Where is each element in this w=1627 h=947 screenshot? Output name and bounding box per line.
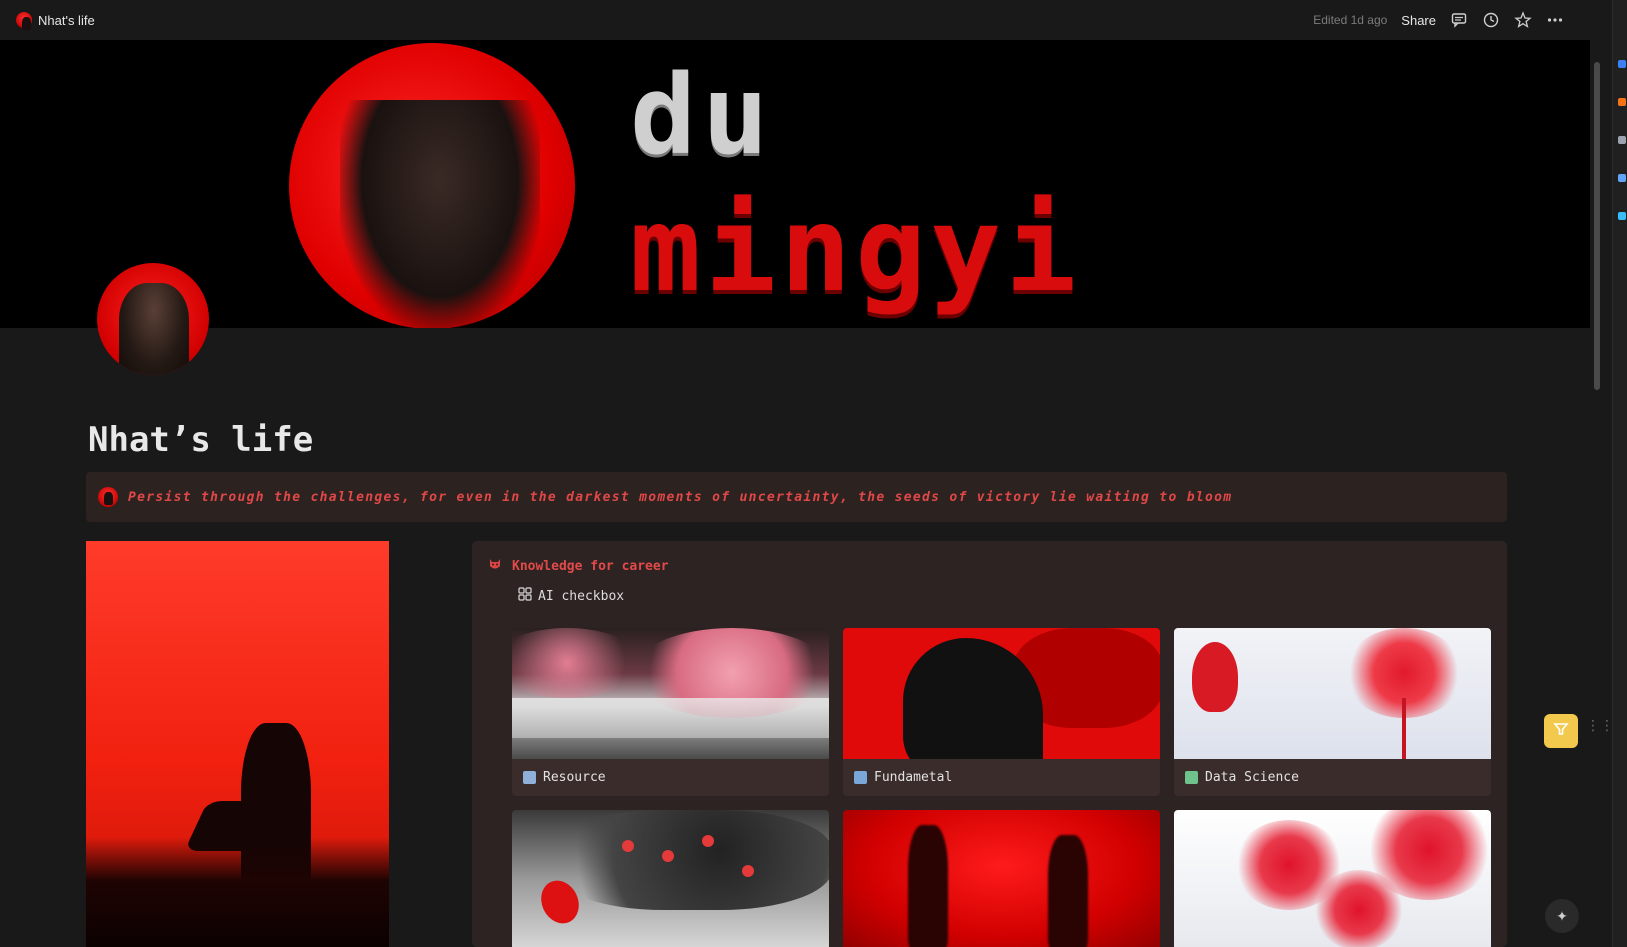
cover-samurai-figure — [340, 100, 540, 328]
chart-icon — [854, 771, 867, 784]
page-icon — [16, 12, 32, 30]
rail-item[interactable] — [1618, 60, 1626, 68]
right-rail — [1612, 0, 1627, 947]
filter-icon — [1552, 720, 1570, 743]
database-title[interactable]: Knowledge for career — [512, 559, 669, 574]
drag-handle-icon[interactable]: ⋮⋮ — [1586, 719, 1614, 741]
card-label: Resource — [543, 770, 606, 785]
gallery-grid: Resource Fundametal Data Science — [512, 628, 1491, 947]
rail-item[interactable] — [1618, 212, 1626, 220]
gallery-card[interactable]: Fundametal — [843, 628, 1160, 796]
share-button[interactable]: Share — [1401, 13, 1436, 28]
silhouette-grass — [86, 837, 389, 947]
quote-callout[interactable]: Persist through the challenges, for even… — [86, 472, 1507, 522]
top-bar: Nhat's life Edited 1d ago Share — [0, 0, 1590, 40]
knowledge-database: Knowledge for career AI checkbox Resourc… — [472, 541, 1507, 947]
card-cover-image — [1174, 628, 1491, 759]
breadcrumb[interactable]: Nhat's life — [16, 12, 95, 30]
demon-mask-icon — [488, 557, 502, 576]
card-label: Fundametal — [874, 770, 953, 785]
callout-icon — [98, 487, 118, 507]
card-cover-image — [843, 810, 1160, 947]
scrollbar-thumb[interactable] — [1594, 62, 1600, 390]
gallery-card[interactable] — [843, 810, 1160, 947]
gallery-view-icon — [518, 587, 532, 605]
cover-text-line-2: mingyi — [630, 180, 1081, 318]
comment-icon[interactable] — [1450, 11, 1468, 29]
card-label: Data Science — [1205, 770, 1299, 785]
avatar-figure — [119, 283, 189, 375]
card-cover-image — [843, 628, 1160, 759]
callout-text[interactable]: Persist through the challenges, for even… — [128, 490, 1232, 505]
gallery-card[interactable] — [512, 810, 829, 947]
books-icon — [523, 771, 536, 784]
star-icon[interactable] — [1514, 11, 1532, 29]
gallery-card[interactable] — [1174, 810, 1491, 947]
page-cover[interactable]: du mingyi — [0, 40, 1590, 328]
view-tab-label: AI checkbox — [538, 588, 625, 604]
breadcrumb-title: Nhat's life — [38, 12, 95, 28]
card-cover-image — [512, 628, 829, 759]
history-icon[interactable] — [1482, 11, 1500, 29]
cover-text-line-1: du — [630, 51, 775, 179]
filter-button[interactable] — [1544, 714, 1578, 748]
edited-timestamp: Edited 1d ago — [1313, 13, 1388, 27]
card-title: Resource — [512, 759, 829, 796]
rail-item[interactable] — [1618, 136, 1626, 144]
page-avatar-icon[interactable] — [97, 263, 209, 375]
ai-assistant-button[interactable]: ✦ — [1545, 899, 1579, 933]
card-cover-image — [1174, 810, 1491, 947]
more-icon[interactable] — [1546, 11, 1564, 29]
pencil-icon — [1185, 771, 1198, 784]
rail-item[interactable] — [1618, 174, 1626, 182]
gallery-card[interactable]: Resource — [512, 628, 829, 796]
page-title[interactable]: Nhat’s life — [88, 420, 313, 460]
rail-item[interactable] — [1618, 98, 1626, 106]
card-cover-image — [512, 810, 829, 947]
gallery-card[interactable]: Data Science — [1174, 628, 1491, 796]
sparkle-icon: ✦ — [1556, 907, 1568, 924]
view-tab-ai-checkbox[interactable]: AI checkbox — [518, 587, 624, 605]
card-title: Data Science — [1174, 759, 1491, 796]
samurai-silhouette-image[interactable] — [86, 541, 389, 947]
card-title: Fundametal — [843, 759, 1160, 796]
database-header[interactable]: Knowledge for career — [488, 557, 669, 576]
